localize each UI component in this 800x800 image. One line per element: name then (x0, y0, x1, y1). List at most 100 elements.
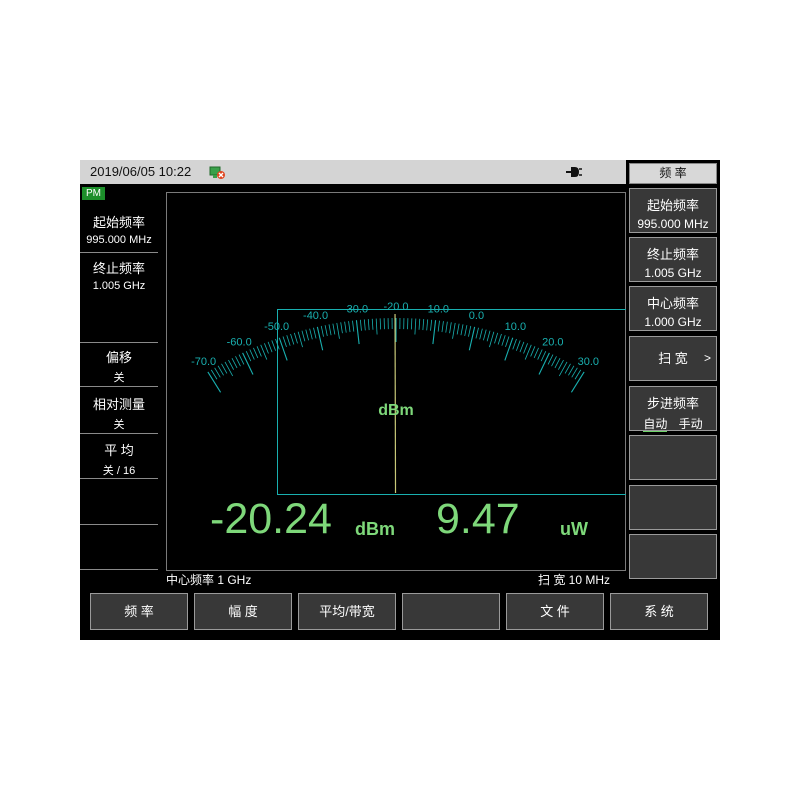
scale-minor-tick (348, 321, 351, 333)
power-watt-readout: 9.47 (436, 495, 520, 543)
scale-minor-tick (290, 333, 295, 345)
scale-minor-tick (363, 319, 366, 331)
scale-minor-tick (238, 354, 245, 365)
center-freq-softkey[interactable]: 中心频率 1.000 GHz (629, 286, 717, 331)
offset-info: 偏移 关 (80, 347, 158, 385)
offset-label: 偏移 (105, 350, 132, 365)
step-freq-softkey[interactable]: 步进频率 自动 手动 (629, 386, 717, 432)
scale-minor-tick (224, 361, 234, 377)
plug-icon (566, 167, 582, 177)
scale-minor-tick (456, 323, 460, 335)
start-freq-value: 995.000 MHz (86, 234, 152, 246)
scale-minor-tick (320, 325, 324, 337)
span-softkey[interactable]: 扫 宽 > (629, 336, 717, 381)
offset-value: 关 (113, 372, 125, 384)
scale-minor-tick (293, 332, 298, 344)
empty-softkey[interactable] (629, 534, 717, 579)
scale-minor-tick (340, 322, 343, 334)
network-error-icon (209, 166, 225, 179)
stop-freq-value: 1.005 GHz (92, 280, 146, 292)
divider (80, 252, 158, 253)
scale-minor-tick (452, 322, 456, 339)
menu-average-bandwidth-button[interactable]: 平均/带宽 (298, 593, 396, 630)
average-value: 关 / 16 (102, 465, 136, 477)
softkey-label: 终止频率 (646, 247, 699, 262)
scale-minor-tick (217, 365, 224, 376)
scale-minor-tick (554, 357, 561, 369)
scale-minor-tick (297, 331, 303, 348)
option-manual[interactable]: 手动 (679, 417, 703, 431)
empty-softkey[interactable] (629, 485, 717, 530)
datetime: 2019/06/05 10:22 (90, 164, 192, 179)
scale-minor-tick (464, 325, 468, 337)
divider (80, 342, 158, 343)
scale-minor-tick (479, 328, 483, 340)
step-freq-options: 自动 手动 (630, 415, 716, 432)
softkey-value: 995.000 MHz (637, 217, 709, 231)
scale-minor-tick (336, 322, 340, 339)
scale-minor-tick (558, 361, 568, 377)
scale-minor-tick (475, 327, 479, 339)
scale-minor-tick (309, 328, 313, 340)
scale-minor-tick (282, 336, 287, 348)
scale-minor-tick (367, 319, 370, 331)
mode-badge: PM (82, 187, 105, 200)
softkey-label: 中心频率 (646, 296, 699, 311)
scale-label: 0.0 (469, 310, 484, 322)
softkey-value: 1.000 GHz (644, 315, 702, 329)
divider (80, 433, 158, 434)
scale-minor-tick (533, 347, 539, 359)
menu-empty-button[interactable] (402, 593, 500, 630)
scale-minor-tick (537, 349, 543, 360)
menu-system-button[interactable]: 系 统 (610, 593, 708, 630)
scale-minor-tick (530, 346, 536, 357)
scale-major-tick (538, 352, 550, 375)
scale-minor-tick (449, 322, 452, 334)
scale-minor-tick (489, 331, 495, 348)
relative-measure-info: 相对测量 关 (80, 394, 158, 432)
chevron-right-icon: > (703, 351, 711, 365)
scale-label: -50.0 (264, 321, 289, 333)
menu-frequency-button[interactable]: 频 率 (90, 593, 188, 630)
softkey-panel: 频 率 起始频率 995.000 MHz 终止频率 1.005 GHz 中心频率… (626, 160, 720, 580)
scale-minor-tick (231, 357, 238, 369)
menu-file-button[interactable]: 文 件 (506, 593, 604, 630)
scale-minor-tick (371, 318, 374, 330)
start-freq-label: 起始频率 (92, 215, 145, 230)
analog-meter: -70.0 -60.0 -50.0 -40.0 -30.0 -20.0 -10.0 0.0 10… (191, 301, 599, 493)
scale-minor-tick (557, 359, 564, 370)
start-freq-softkey[interactable]: 起始频率 995.000 MHz (629, 188, 717, 233)
scale-label: 10.0 (505, 321, 526, 333)
scale-minor-tick (568, 365, 575, 376)
scale-minor-tick (249, 349, 255, 360)
scale-label: -30.0 (343, 303, 368, 315)
scale-minor-tick (505, 336, 510, 348)
menu-amplitude-button[interactable]: 幅 度 (194, 593, 292, 630)
scale-major-tick (242, 352, 254, 375)
scale-minor-tick (313, 327, 317, 339)
scale-minor-tick (271, 340, 277, 351)
stop-freq-softkey[interactable]: 终止频率 1.005 GHz (629, 237, 717, 282)
scale-minor-tick (445, 321, 448, 333)
scale-minor-tick (540, 350, 547, 362)
scale-minor-tick (359, 319, 362, 331)
scale-label: -60.0 (227, 337, 252, 349)
scale-minor-tick (497, 333, 502, 345)
scale-minor-tick (486, 330, 491, 342)
option-auto[interactable]: 自动 (643, 417, 668, 432)
scale-minor-tick (460, 324, 464, 336)
scale-minor-tick (305, 329, 309, 341)
scale-major-tick (432, 320, 437, 345)
scale-minor-tick (441, 321, 444, 333)
empty-softkey[interactable] (629, 435, 717, 480)
power-watt-unit: uW (560, 519, 588, 539)
divider (80, 569, 158, 570)
scale-label: 20.0 (542, 337, 563, 349)
scale-minor-tick (430, 319, 433, 331)
scale-minor-tick (275, 338, 280, 350)
stop-freq-info: 终止频率 1.005 GHz (80, 258, 158, 292)
scale-minor-tick (324, 325, 328, 337)
scale-minor-tick (564, 363, 571, 374)
scale-major-tick (355, 320, 360, 345)
scale-minor-tick (512, 338, 517, 350)
